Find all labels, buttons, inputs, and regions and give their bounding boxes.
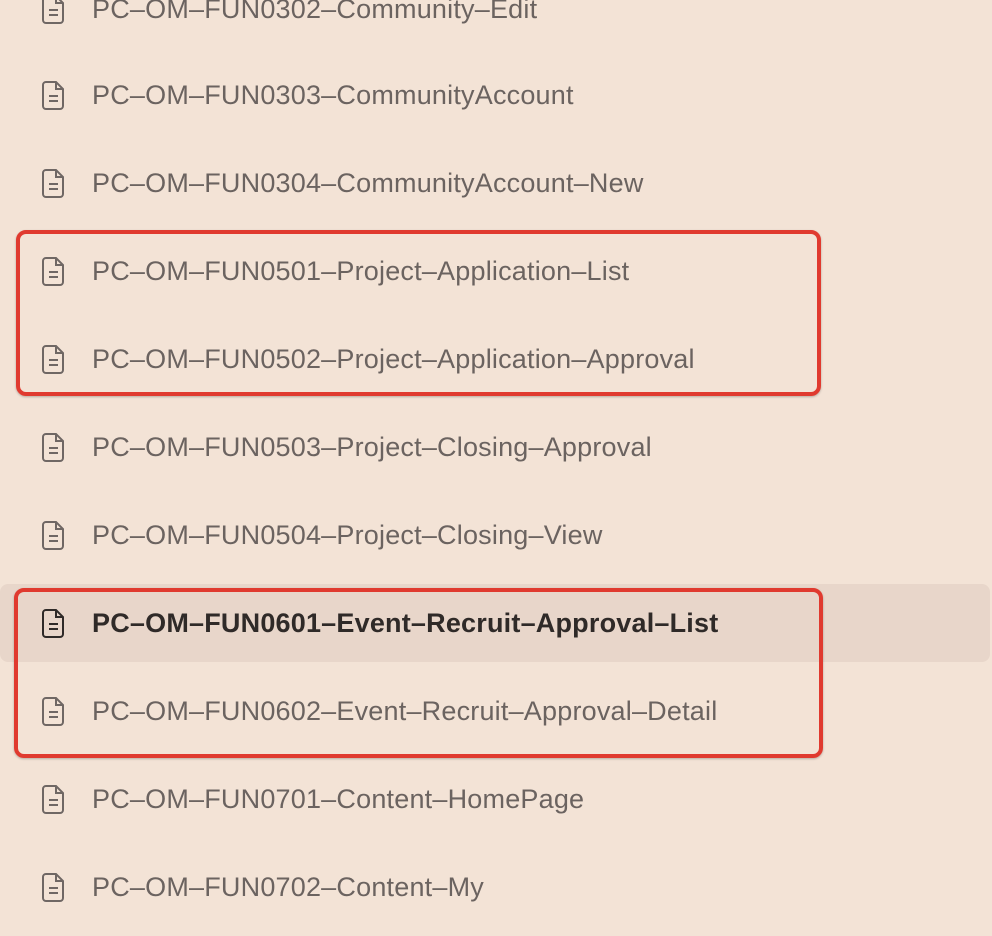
file-item[interactable]: PC–OM–FUN0701–Content–HomePage	[0, 760, 990, 838]
document-icon	[40, 783, 68, 815]
file-item-label: PC–OM–FUN0701–Content–HomePage	[92, 783, 585, 814]
file-item[interactable]: PC–OM–FUN0504–Project–Closing–View	[0, 496, 990, 574]
file-item[interactable]: PC–OM–FUN0602–Event–Recruit–Approval–Det…	[0, 672, 990, 750]
document-icon	[40, 695, 68, 727]
file-item-label: PC–OM–FUN0302–Community–Edit	[92, 0, 538, 24]
file-item-label: PC–OM–FUN0702–Content–My	[92, 871, 484, 902]
file-item-label: PC–OM–FUN0501–Project–Application–List	[92, 255, 630, 286]
file-item[interactable]: PC–OM–FUN0304–CommunityAccount–New	[0, 144, 990, 222]
file-item-label: PC–OM–FUN0602–Event–Recruit–Approval–Det…	[92, 695, 718, 726]
document-icon	[40, 431, 68, 463]
file-item[interactable]: PC–OM–FUN0501–Project–Application–List	[0, 232, 990, 310]
file-item-label: PC–OM–FUN0304–CommunityAccount–New	[92, 167, 644, 198]
file-item[interactable]: PC–OM–FUN0502–Project–Application–Approv…	[0, 320, 990, 398]
file-item-label: PC–OM–FUN0303–CommunityAccount	[92, 79, 574, 110]
file-item-label: PC–OM–FUN0601–Event–Recruit–Approval–Lis…	[92, 607, 719, 638]
file-list: PC–OM–FUN0302–Community–Edit PC–OM–FUN03…	[0, 0, 992, 936]
document-icon	[40, 79, 68, 111]
document-icon	[40, 519, 68, 551]
file-item[interactable]: PC–OM–FUN0702–Content–My	[0, 848, 990, 926]
file-item-label: PC–OM–FUN0503–Project–Closing–Approval	[92, 431, 652, 462]
file-item[interactable]: PC–OM–FUN0303–CommunityAccount	[0, 56, 990, 134]
file-item-label: PC–OM–FUN0502–Project–Application–Approv…	[92, 343, 695, 374]
document-icon	[40, 0, 68, 25]
file-item-selected[interactable]: PC–OM–FUN0601–Event–Recruit–Approval–Lis…	[0, 584, 990, 662]
file-item[interactable]: PC–OM–FUN0503–Project–Closing–Approval	[0, 408, 990, 486]
document-icon	[40, 167, 68, 199]
document-icon	[40, 343, 68, 375]
file-item[interactable]: PC–OM–FUN0302–Community–Edit	[0, 0, 990, 48]
document-icon	[40, 255, 68, 287]
file-item-label: PC–OM–FUN0504–Project–Closing–View	[92, 519, 603, 550]
document-icon	[40, 607, 68, 639]
document-icon	[40, 871, 68, 903]
